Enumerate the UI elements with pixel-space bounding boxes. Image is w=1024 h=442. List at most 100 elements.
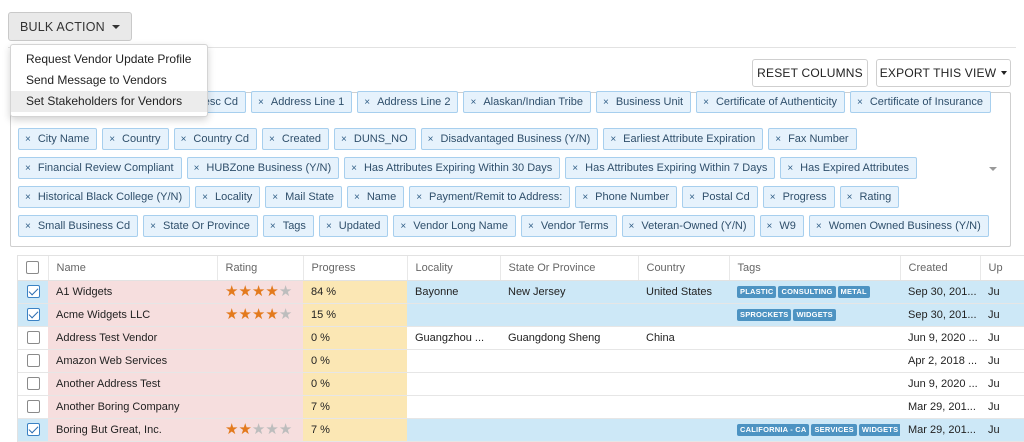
table-row[interactable]: Boring But Great, Inc. ★ ★ ★ ★ ★ 7 % CALIFORNIA… — [18, 418, 1024, 442]
table-row[interactable]: Another Boring Company 7 % Mar 29, 201... J… — [18, 395, 1024, 419]
column-chip[interactable]: × Historical Black College (Y/N) — [18, 186, 191, 208]
column-chip[interactable]: × Name — [347, 186, 405, 208]
row-checkbox[interactable] — [26, 308, 40, 321]
column-chip[interactable]: × Fax Number — [768, 128, 857, 150]
remove-chip-icon[interactable]: × — [416, 192, 422, 203]
table-row[interactable]: A1 Widgets ★ ★ ★ ★ ★ 84 % Bayonne New Jersey Unit… — [18, 280, 1024, 304]
column-chip[interactable]: × Financial Review Compliant — [18, 157, 182, 179]
remove-chip-icon[interactable]: × — [816, 221, 822, 232]
bulk-menu-item[interactable]: Set Stakeholders for Vendors — [11, 91, 207, 112]
remove-chip-icon[interactable]: × — [428, 134, 434, 145]
column-chip[interactable]: × Postal Cd — [682, 186, 758, 208]
remove-chip-icon[interactable]: × — [150, 221, 156, 232]
remove-chip-icon[interactable]: × — [109, 134, 115, 145]
remove-chip-icon[interactable]: × — [341, 134, 347, 145]
remove-chip-icon[interactable]: × — [528, 221, 534, 232]
remove-chip-icon[interactable]: × — [25, 134, 31, 145]
bulk-action-button[interactable]: BULK ACTION — [8, 12, 132, 41]
remove-chip-icon[interactable]: × — [25, 192, 31, 203]
remove-chip-icon[interactable]: × — [629, 221, 635, 232]
bulk-menu-item[interactable]: Send Message to Vendors — [11, 70, 207, 91]
column-header[interactable]: Name — [48, 256, 218, 281]
column-chip[interactable]: × W9 — [759, 215, 804, 237]
remove-chip-icon[interactable]: × — [847, 192, 853, 203]
remove-chip-icon[interactable]: × — [787, 163, 793, 174]
row-checkbox[interactable] — [26, 377, 40, 390]
column-header[interactable]: State Or Province — [500, 256, 639, 281]
column-chip[interactable]: × DUNS_NO — [334, 128, 416, 150]
column-chip[interactable]: × Country Cd — [173, 128, 258, 150]
column-chip[interactable]: × Address Line 1 — [251, 91, 353, 113]
column-chip[interactable]: × Locality — [195, 186, 261, 208]
column-chip[interactable]: × Updated — [318, 215, 389, 237]
column-chip[interactable]: × Progress — [762, 186, 835, 208]
row-select-cell[interactable] — [18, 326, 48, 350]
row-select-cell[interactable] — [18, 280, 48, 304]
column-chip[interactable]: × HUBZone Business (Y/N) — [186, 157, 340, 179]
remove-chip-icon[interactable]: × — [400, 221, 406, 232]
remove-chip-icon[interactable]: × — [767, 221, 773, 232]
row-select-cell[interactable] — [18, 395, 48, 419]
vendor-name[interactable]: Acme Widgets LLC — [48, 303, 217, 327]
select-all-checkbox[interactable] — [26, 261, 40, 275]
remove-chip-icon[interactable]: × — [603, 97, 609, 108]
column-chip[interactable]: × City Name — [18, 128, 98, 150]
column-chip[interactable]: × Payment/Remit to Address: — [409, 186, 571, 208]
row-select-cell[interactable] — [18, 303, 48, 327]
column-chip[interactable]: × Tags — [262, 215, 314, 237]
column-header[interactable]: Tags — [729, 256, 901, 281]
column-chip[interactable]: × Certificate of Insurance — [850, 91, 991, 113]
vendor-name[interactable]: A1 Widgets — [48, 280, 217, 304]
column-chip[interactable]: × Earliest Attribute Expiration — [603, 128, 764, 150]
remove-chip-icon[interactable]: × — [775, 134, 781, 145]
remove-chip-icon[interactable]: × — [258, 97, 264, 108]
row-checkbox[interactable] — [26, 285, 40, 298]
remove-chip-icon[interactable]: × — [272, 192, 278, 203]
table-row[interactable]: Another Address Test 0 % Jun 9, 2020 ... Ju — [18, 372, 1024, 396]
remove-chip-icon[interactable]: × — [770, 192, 776, 203]
column-header[interactable]: Country — [638, 256, 730, 281]
column-chip[interactable]: × Rating — [839, 186, 900, 208]
select-all-cell[interactable] — [18, 256, 49, 281]
remove-chip-icon[interactable]: × — [582, 192, 588, 203]
column-chip[interactable]: × Alaskan/Indian Tribe — [463, 91, 591, 113]
remove-chip-icon[interactable]: × — [857, 97, 863, 108]
table-row[interactable]: Acme Widgets LLC ★ ★ ★ ★ ★ 15 % SPROCKETS WIDGET… — [18, 303, 1024, 327]
column-chip[interactable]: × Phone Number — [575, 186, 678, 208]
remove-chip-icon[interactable]: × — [351, 163, 357, 174]
remove-chip-icon[interactable]: × — [269, 134, 275, 145]
row-checkbox[interactable] — [26, 423, 40, 436]
remove-chip-icon[interactable]: × — [270, 221, 276, 232]
column-header[interactable]: Progress — [303, 256, 408, 281]
remove-chip-icon[interactable]: × — [364, 97, 370, 108]
column-chip[interactable]: × Has Attributes Expiring Within 30 Days — [344, 157, 561, 179]
remove-chip-icon[interactable]: × — [25, 163, 31, 174]
remove-chip-icon[interactable]: × — [470, 97, 476, 108]
vendor-name[interactable]: Another Address Test — [48, 372, 217, 396]
column-chip[interactable]: × Has Attributes Expiring Within 7 Days — [565, 157, 776, 179]
export-view-button[interactable]: EXPORT THIS VIEW — [876, 59, 1011, 87]
column-chip[interactable]: × Veteran-Owned (Y/N) — [621, 215, 755, 237]
row-checkbox[interactable] — [26, 331, 40, 344]
vendor-name[interactable]: Amazon Web Services — [48, 349, 217, 373]
remove-chip-icon[interactable]: × — [202, 192, 208, 203]
column-chip[interactable]: × Mail State — [265, 186, 343, 208]
column-chip[interactable]: × State Or Province — [143, 215, 258, 237]
column-chip[interactable]: × Business Unit — [596, 91, 692, 113]
column-chip[interactable]: × Has Expired Attributes — [780, 157, 918, 179]
column-chip[interactable]: × Vendor Long Name — [393, 215, 517, 237]
vendor-name[interactable]: Another Boring Company — [48, 395, 217, 419]
column-chip[interactable]: × Certificate of Authenticity — [696, 91, 846, 113]
row-select-cell[interactable] — [18, 418, 48, 442]
vendor-name[interactable]: Boring But Great, Inc. — [48, 418, 217, 442]
column-chip[interactable]: × Women Owned Business (Y/N) — [808, 215, 989, 237]
remove-chip-icon[interactable]: × — [703, 97, 709, 108]
column-chip[interactable]: × Country — [102, 128, 169, 150]
remove-chip-icon[interactable]: × — [181, 134, 187, 145]
row-select-cell[interactable] — [18, 372, 48, 396]
row-select-cell[interactable] — [18, 349, 48, 373]
column-chip[interactable]: × Address Line 2 — [357, 91, 459, 113]
remove-chip-icon[interactable]: × — [689, 192, 695, 203]
column-chip[interactable]: × Small Business Cd — [18, 215, 139, 237]
remove-chip-icon[interactable]: × — [354, 192, 360, 203]
